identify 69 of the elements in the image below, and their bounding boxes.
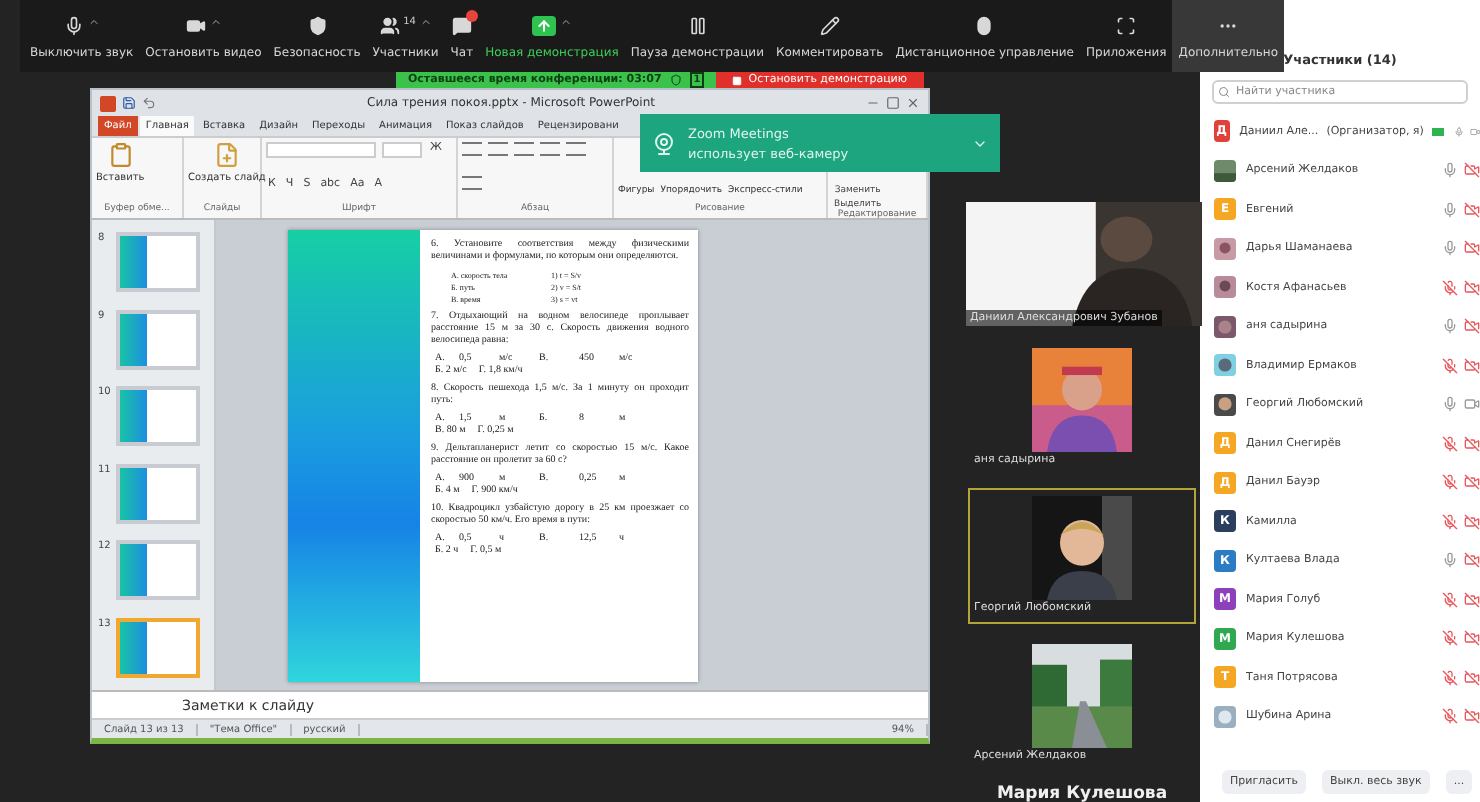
notification-dot-icon — [465, 10, 478, 22]
clipboard-icon — [107, 142, 134, 168]
microphone-icon[interactable] — [1442, 318, 1458, 335]
microphone-icon[interactable] — [1442, 240, 1458, 257]
muted-microphone-icon[interactable] — [1442, 630, 1458, 647]
camera-off-icon[interactable] — [1464, 591, 1480, 608]
muted-microphone-icon[interactable] — [1442, 357, 1458, 374]
caret-icon[interactable] — [419, 16, 432, 28]
people-icon — [379, 16, 400, 36]
close-icon[interactable] — [906, 96, 920, 110]
camera-off-icon[interactable] — [1464, 435, 1480, 452]
font-name-field[interactable] — [266, 142, 376, 158]
camera-off-icon[interactable] — [1464, 474, 1480, 491]
caret-icon[interactable] — [559, 16, 572, 28]
microphone-icon — [63, 16, 84, 36]
slide-thumbnail[interactable] — [116, 617, 200, 678]
camera-off-icon[interactable] — [1464, 630, 1480, 647]
caret-icon[interactable] — [209, 16, 222, 28]
webcam-icon — [652, 131, 676, 155]
camera-off-icon[interactable] — [1464, 357, 1480, 374]
muted-microphone-icon[interactable] — [1442, 669, 1458, 686]
camera-off-icon[interactable] — [1464, 669, 1480, 686]
app-icon — [100, 95, 116, 111]
camera-off-icon[interactable] — [1464, 708, 1480, 725]
slide-thumbnail[interactable] — [116, 463, 200, 524]
microphone-icon[interactable] — [1442, 396, 1458, 413]
camera-icon[interactable] — [1464, 396, 1480, 413]
slide-thumbnail[interactable] — [116, 386, 200, 447]
camera-off-icon[interactable] — [1464, 318, 1480, 335]
microphone-icon[interactable] — [1442, 162, 1458, 179]
muted-microphone-icon[interactable] — [1442, 513, 1458, 530]
new-slide-icon — [213, 142, 240, 168]
minimize-icon[interactable] — [866, 96, 880, 110]
pencil-icon — [819, 16, 840, 36]
muted-microphone-icon[interactable] — [1442, 435, 1458, 452]
share-screen-icon — [531, 16, 556, 36]
caret-icon[interactable] — [87, 16, 100, 28]
microphone-icon[interactable] — [1442, 552, 1458, 569]
active-speaker-name: Мария Кулешова — [996, 784, 1168, 802]
save-icon[interactable] — [122, 96, 136, 110]
undo-icon[interactable] — [142, 96, 156, 110]
camera-off-icon[interactable] — [1464, 513, 1480, 530]
slide-thumbnail[interactable] — [116, 309, 200, 370]
search-icon — [1218, 86, 1230, 98]
camera-off-icon[interactable] — [1464, 201, 1480, 218]
chat-icon — [451, 16, 472, 36]
camera-off-icon[interactable] — [1464, 552, 1480, 569]
camera-icon[interactable] — [1469, 123, 1480, 140]
camera-off-icon[interactable] — [1464, 279, 1480, 296]
muted-microphone-icon[interactable] — [1442, 708, 1458, 725]
maximize-icon[interactable] — [886, 96, 900, 110]
slide-thumbnail[interactable] — [116, 540, 200, 601]
microphone-icon[interactable] — [1453, 123, 1464, 140]
slide-thumbnail[interactable] — [116, 232, 200, 293]
microphone-icon[interactable] — [1442, 201, 1458, 218]
muted-microphone-icon[interactable] — [1442, 591, 1458, 608]
camera-icon — [185, 16, 206, 36]
muted-microphone-icon[interactable] — [1442, 279, 1458, 296]
muted-microphone-icon[interactable] — [1442, 474, 1458, 491]
stop-icon — [732, 75, 743, 85]
mouse-icon — [974, 16, 995, 36]
shield-icon — [307, 16, 328, 36]
apps-icon — [1116, 16, 1137, 36]
shield-icon — [669, 74, 682, 86]
pause-icon — [687, 16, 708, 36]
camera-off-icon[interactable] — [1464, 240, 1480, 257]
font-size-field[interactable] — [382, 142, 422, 158]
host-badge-icon — [1431, 127, 1444, 136]
camera-off-icon[interactable] — [1464, 162, 1480, 179]
